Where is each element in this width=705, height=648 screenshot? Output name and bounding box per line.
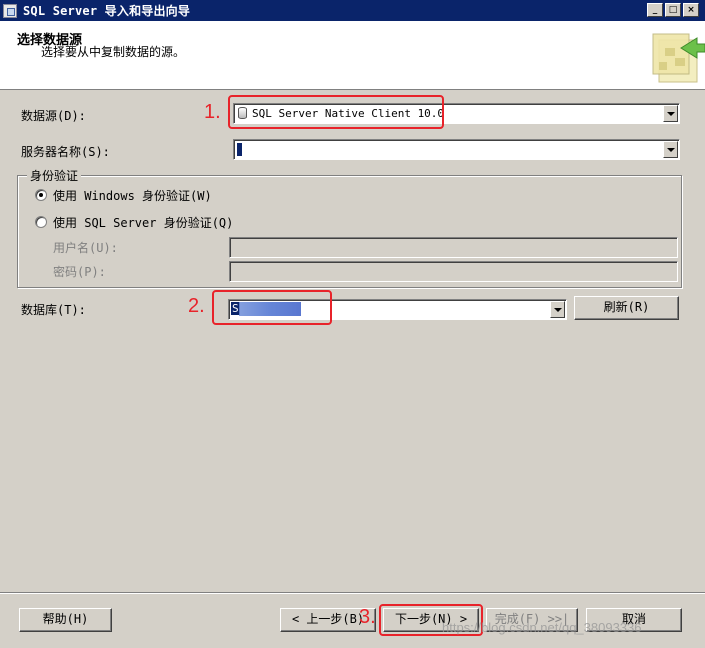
- app-icon: [3, 3, 17, 18]
- windows-auth-label[interactable]: 使用 Windows 身份验证(W): [53, 187, 212, 204]
- chevron-down-icon[interactable]: [550, 301, 565, 318]
- refresh-button[interactable]: 刷新(R): [574, 296, 679, 320]
- password-label: 密码(P):: [53, 265, 106, 279]
- page-subtitle: 选择要从中复制数据的源。: [41, 45, 186, 59]
- username-label: 用户名(U):: [53, 241, 118, 255]
- windows-auth-radio[interactable]: [35, 189, 47, 201]
- window-controls: _ □ ×: [647, 3, 699, 17]
- minimize-button[interactable]: _: [647, 3, 663, 17]
- annotation-step-3: 3.: [359, 606, 376, 628]
- chevron-down-icon[interactable]: [663, 141, 678, 158]
- wizard-header: 选择数据源 选择要从中复制数据的源。: [0, 21, 705, 90]
- wizard-graphic-icon: [652, 33, 705, 83]
- database-label: 数据库(T):: [21, 303, 86, 317]
- server-name-combobox[interactable]: [233, 139, 680, 160]
- annotation-box-1: [228, 95, 444, 129]
- footer-divider-highlight: [0, 593, 705, 594]
- sql-auth-label[interactable]: 使用 SQL Server 身份验证(Q): [53, 214, 233, 231]
- chevron-down-icon[interactable]: [663, 105, 678, 122]
- server-name-label: 服务器名称(S):: [21, 145, 110, 159]
- authentication-group-label: 身份验证: [27, 167, 82, 184]
- help-button[interactable]: 帮助(H): [19, 608, 112, 632]
- text-caret: [237, 143, 242, 156]
- annotation-box-2: [212, 290, 332, 325]
- password-input[interactable]: [229, 261, 678, 282]
- sql-auth-radio[interactable]: [35, 216, 47, 228]
- title-bar: SQL Server 导入和导出向导 _ □ ×: [0, 0, 705, 21]
- username-input[interactable]: [229, 237, 678, 258]
- import-export-wizard-window: SQL Server 导入和导出向导 _ □ × 选择数据源 选择要从中复制数据…: [0, 0, 705, 648]
- datasource-label: 数据源(D):: [21, 109, 86, 123]
- annotation-step-2: 2.: [188, 295, 205, 317]
- maximize-button[interactable]: □: [665, 3, 681, 17]
- annotation-step-1: 1.: [204, 101, 221, 123]
- close-button[interactable]: ×: [683, 3, 699, 17]
- watermark-text: https://blog.csdn.net/qq_38093336: [442, 620, 642, 635]
- window-title: SQL Server 导入和导出向导: [23, 4, 191, 18]
